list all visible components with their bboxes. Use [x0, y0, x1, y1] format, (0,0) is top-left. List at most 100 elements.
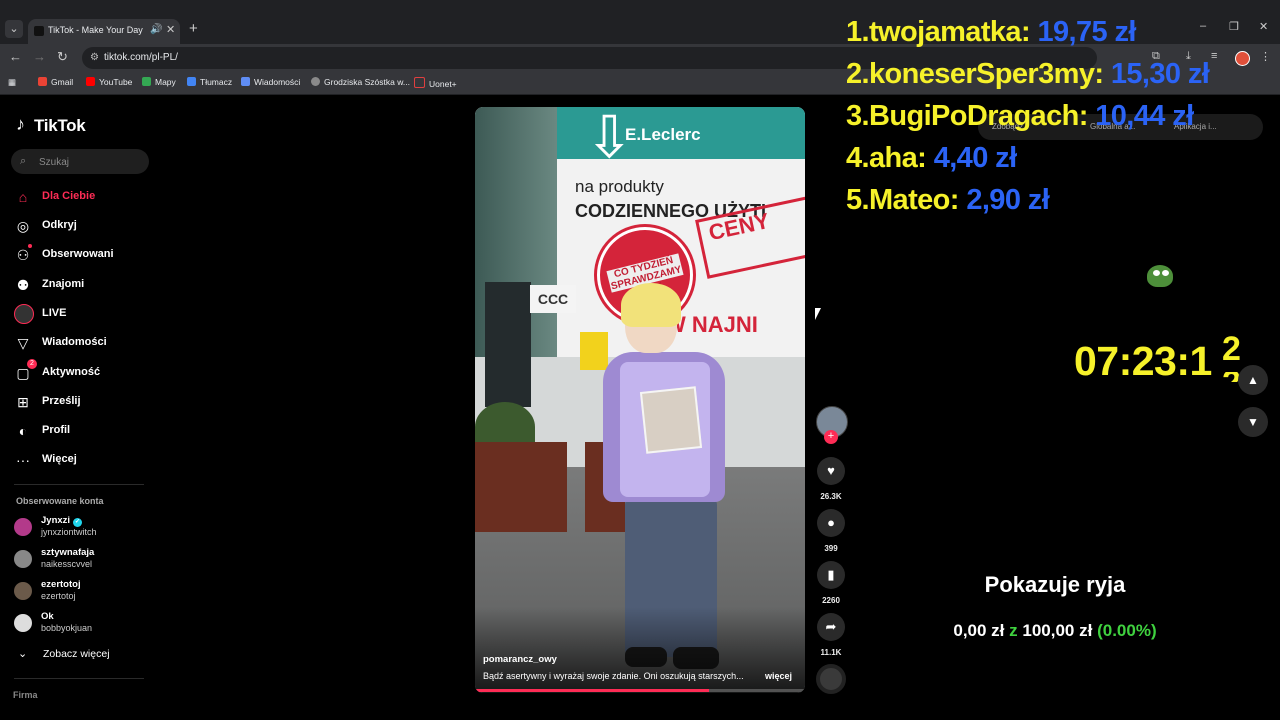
speaker-icon[interactable]: 🔊 — [150, 24, 162, 35]
forward-icon[interactable]: → — [33, 49, 46, 64]
goal-target: 100,00 zł — [1022, 621, 1093, 640]
nav-label: Aktywność — [42, 366, 101, 378]
search-box[interactable]: ⌕ — [11, 149, 149, 174]
nav-label: LIVE — [42, 307, 67, 319]
goal-separator: z — [1009, 621, 1018, 640]
new-tab-button[interactable]: + — [189, 20, 198, 37]
nav-profil[interactable]: ◐ Profil — [14, 422, 154, 442]
bookmark-grodziska[interactable]: Grodziska Szóstka w... — [311, 77, 410, 87]
bookmark-tlumacz[interactable]: Tłumacz — [187, 77, 232, 87]
comment-icon: ● — [827, 515, 835, 530]
youtube-icon — [86, 77, 95, 86]
nav-obserwowani[interactable]: ⚇ Obserwowani — [14, 244, 154, 266]
account-handle: bobbyokjuan — [41, 623, 93, 633]
description-more-button[interactable]: więcej — [765, 671, 792, 681]
leaderboard-name: koneserSper3my — [869, 58, 1095, 90]
goal-percent: (0.00%) — [1097, 621, 1157, 640]
divider — [14, 678, 144, 679]
site-info-icon[interactable]: ⚙ — [90, 52, 99, 63]
share-button[interactable]: ➦ — [817, 613, 845, 641]
donation-goal-title: Pokazuje ryja — [984, 572, 1126, 597]
video-progress-bar[interactable] — [475, 689, 805, 692]
bookmark-gmail[interactable]: Gmail — [38, 77, 73, 87]
browser-tab[interactable]: TikTok - Make Your Day 🔊 ✕ — [28, 19, 180, 44]
menu-kebab-icon[interactable]: ⋮ — [1260, 50, 1271, 63]
leaderboard-rank: 5. — [846, 184, 870, 216]
bookmark-label: Grodziska Szóstka w... — [324, 77, 410, 87]
stream-timer-rolling-digit: 2 — [1222, 330, 1241, 368]
video-scene-yellow-sign — [580, 332, 608, 370]
back-icon[interactable]: ← — [9, 49, 22, 64]
nav-wiecej[interactable]: ··· Więcej — [14, 451, 154, 471]
followed-account[interactable]: Jynxzi ✓ jynxziontwitch — [14, 515, 154, 541]
account-name: Jynxzi ✓ — [41, 515, 83, 527]
bookmark-uonet[interactable]: Uonet+ — [414, 77, 457, 89]
bookmark-youtube[interactable]: YouTube — [86, 77, 132, 87]
notification-dot — [28, 244, 32, 248]
like-button[interactable]: ♥ — [817, 457, 845, 485]
footer-firma-link[interactable]: Firma — [13, 690, 38, 700]
nav-odkryj[interactable]: ◎ Odkryj — [14, 217, 154, 237]
comment-count: 399 — [824, 544, 838, 553]
nav-label: Prześlij — [42, 395, 81, 407]
followed-account[interactable]: Ok bobbyokjuan — [14, 611, 154, 637]
video-player[interactable]: ⇩ E.Leclerc na produkty CODZIENNEGO UŻYT… — [475, 107, 805, 693]
nav-label: Znajomi — [42, 278, 85, 290]
followed-accounts-header: Obserwowane konta — [16, 496, 104, 506]
avatar — [14, 518, 32, 536]
following-icon: ⚇ — [16, 247, 30, 263]
minimize-icon[interactable]: – — [1200, 20, 1206, 32]
compass-icon: ◎ — [16, 218, 30, 234]
apps-grid-icon[interactable]: ▦ — [8, 77, 16, 88]
bookmark-icon: ▮ — [827, 567, 835, 582]
profile-avatar[interactable] — [1235, 51, 1250, 66]
window-close-icon[interactable]: ✕ — [1259, 20, 1268, 33]
followed-account[interactable]: ezertotoj ezertotoj — [14, 579, 154, 605]
tab-search-button[interactable]: ⌄ — [5, 20, 23, 38]
tiktok-note-icon: ♪ — [16, 114, 25, 134]
more-icon: ··· — [16, 452, 30, 468]
media-control-icon[interactable]: ≡ — [1211, 50, 1217, 62]
bookmark-wiadomosci[interactable]: Wiadomości — [241, 77, 300, 87]
video-description: Bądź asertywny i wyrażaj swoje zdanie. O… — [483, 671, 744, 681]
leaderboard-rank: 4. — [846, 142, 870, 174]
leaderboard-colon: : — [1020, 16, 1038, 48]
previous-video-button[interactable]: ▲ — [1238, 365, 1268, 395]
verified-icon: ✓ — [73, 518, 83, 527]
bookmark-label: Uonet+ — [429, 79, 457, 89]
tab-title: TikTok - Make Your Day — [48, 25, 143, 35]
next-video-button[interactable]: ▼ — [1238, 407, 1268, 437]
leaderboard-colon: : — [949, 184, 967, 216]
nav-przeslij[interactable]: ⊞ Prześlij — [14, 393, 154, 413]
nav-znajomi[interactable]: ⚉ Znajomi — [14, 276, 154, 296]
nav-dla-ciebie[interactable]: ⌂ Dla Ciebie — [14, 188, 154, 208]
video-author[interactable]: pomarancz_owy — [483, 654, 557, 665]
follow-plus-icon[interactable]: + — [824, 430, 838, 444]
nav-live[interactable]: LIVE — [14, 304, 154, 325]
leaderboard-row: 1.twojamatka: 19,75 zł — [846, 16, 1136, 49]
music-disc-icon[interactable] — [816, 664, 846, 694]
nav-aktywnosc[interactable]: ▢ 2 Aktywność — [14, 359, 154, 384]
friends-icon: ⚉ — [16, 277, 30, 293]
search-input[interactable] — [37, 154, 146, 171]
followed-account[interactable]: sztywnafaja naikesscvvel — [14, 547, 154, 573]
nav-label: Dla Ciebie — [42, 190, 96, 202]
video-person-hair — [621, 283, 681, 327]
save-button[interactable]: ▮ — [817, 561, 845, 589]
bookmark-label: YouTube — [99, 77, 133, 87]
leaderboard-rank: 2. — [846, 58, 870, 90]
leaderboard-name: aha — [869, 142, 918, 174]
bookmark-mapy[interactable]: Mapy — [142, 77, 176, 87]
leaderboard-amount: 10,44 zł — [1095, 100, 1194, 132]
activity-badge: 2 — [27, 359, 37, 369]
upload-icon: ⊞ — [17, 394, 29, 410]
nav-wiadomosci[interactable]: ▽ Wiadomości — [14, 334, 154, 354]
maximize-icon[interactable]: ❐ — [1229, 20, 1239, 33]
account-name-text: Jynxzi — [41, 515, 71, 526]
close-tab-icon[interactable]: ✕ — [166, 23, 175, 36]
reload-icon[interactable]: ↻ — [57, 49, 68, 65]
chevron-up-icon: ▲ — [1247, 373, 1259, 387]
account-name: ezertotoj — [41, 579, 81, 590]
comment-button[interactable]: ● — [817, 509, 845, 537]
leaderboard-name: twojamatka — [869, 16, 1022, 48]
